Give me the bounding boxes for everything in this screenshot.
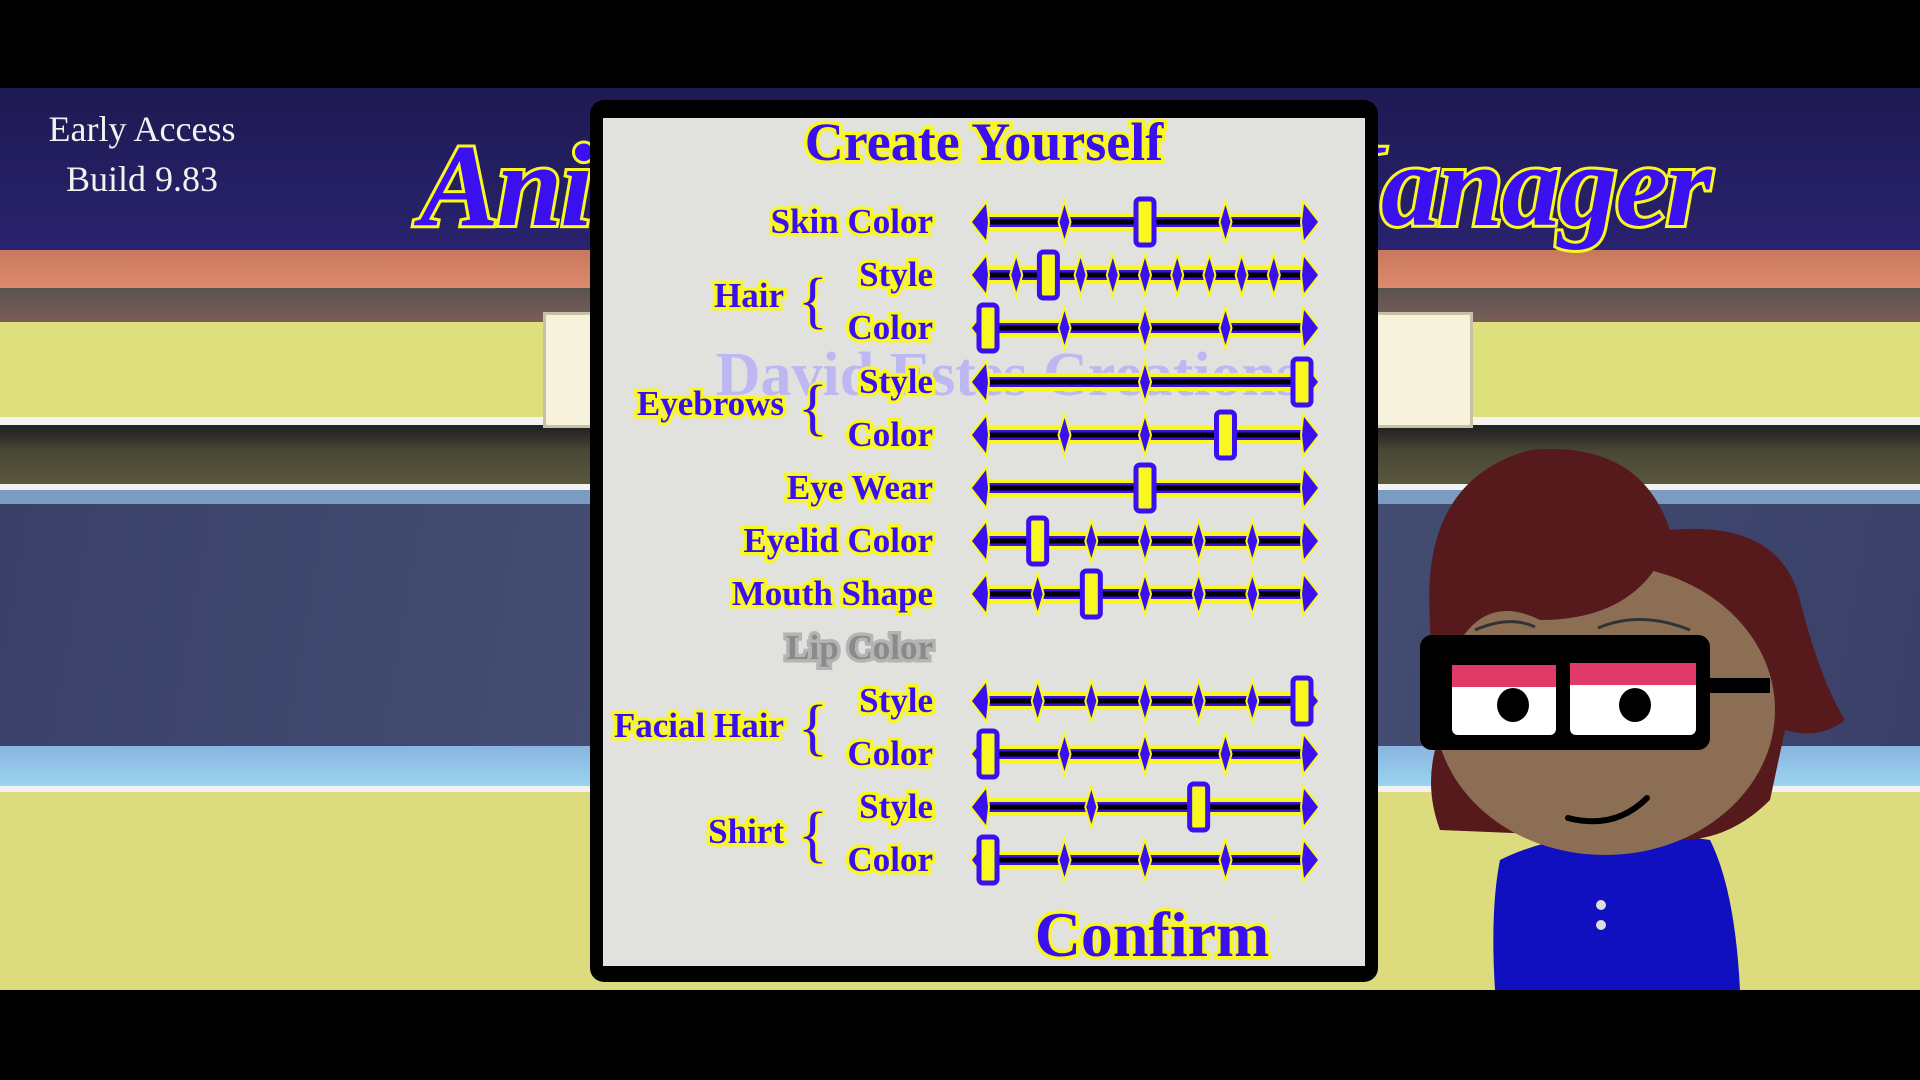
early-access-label: Early Access xyxy=(48,109,236,149)
slider-handle[interactable] xyxy=(976,834,1000,886)
slider-tick xyxy=(1057,410,1072,459)
slider-tick xyxy=(1084,783,1099,832)
slider-tick xyxy=(1137,676,1153,725)
slider-tick xyxy=(1191,676,1206,725)
character-preview xyxy=(1420,449,1845,990)
slider-tick xyxy=(1137,570,1153,619)
slider-tick xyxy=(1191,517,1206,566)
slider-tick xyxy=(1245,517,1260,566)
slider-tick xyxy=(1202,251,1217,300)
confirm-button[interactable]: Confirm xyxy=(1020,896,1284,974)
slider-handle[interactable] xyxy=(1026,515,1050,567)
slider-tick xyxy=(1137,357,1153,406)
right-eyelid xyxy=(1570,663,1696,685)
slider-tick xyxy=(1137,729,1153,779)
slider-track-core xyxy=(984,804,1306,810)
slider-handle[interactable] xyxy=(976,728,1000,780)
slider-tick xyxy=(1234,251,1249,300)
slider-handle[interactable] xyxy=(1187,781,1211,833)
right-pupil xyxy=(1619,688,1651,722)
shirt-button xyxy=(1596,900,1606,910)
slider-handle[interactable] xyxy=(1214,409,1237,461)
left-pupil xyxy=(1497,688,1529,722)
slider-tick xyxy=(1030,676,1045,725)
slider-handle[interactable] xyxy=(1133,196,1157,248)
slider-tick xyxy=(1137,251,1153,300)
slider-tick xyxy=(1057,729,1072,779)
slider-tick xyxy=(1218,729,1233,779)
slider-tick xyxy=(1191,570,1206,619)
slider-tick xyxy=(1137,410,1153,459)
slider-tick xyxy=(1057,836,1072,885)
build-info: Early Access Build 9.83 xyxy=(30,104,254,204)
slider-tick xyxy=(1218,304,1233,353)
slider-tick xyxy=(1084,517,1099,566)
build-version: Build 9.83 xyxy=(65,159,218,199)
slider-tick xyxy=(1266,251,1281,300)
slider-tick xyxy=(1137,304,1153,353)
glasses-arm xyxy=(1700,678,1770,693)
slider-tick xyxy=(1057,197,1072,247)
slider-tick xyxy=(1073,251,1088,300)
slider-handle[interactable] xyxy=(1079,568,1103,620)
left-eyelid xyxy=(1452,665,1556,687)
slider-tick xyxy=(1137,517,1153,566)
slider-tick xyxy=(1105,251,1120,300)
slider-handle[interactable] xyxy=(1036,249,1060,301)
character-shirt xyxy=(1493,833,1740,990)
slider-handle[interactable] xyxy=(1290,675,1314,727)
slider-tick xyxy=(1030,570,1045,619)
slider-tick xyxy=(1245,676,1260,725)
slider-handle[interactable] xyxy=(1133,462,1157,514)
slider-tick xyxy=(1170,251,1185,300)
slider-tick xyxy=(1218,836,1233,885)
slider-handle[interactable] xyxy=(976,302,1000,354)
slider-tick xyxy=(1057,304,1072,353)
slider-tick xyxy=(1009,251,1024,300)
shirt-button xyxy=(1596,920,1606,930)
slider-tick xyxy=(1084,676,1099,725)
slider-tick xyxy=(1137,836,1153,885)
slider-tick xyxy=(1218,197,1233,247)
slider-handle[interactable] xyxy=(1290,356,1314,408)
slider-tick xyxy=(1245,570,1260,619)
